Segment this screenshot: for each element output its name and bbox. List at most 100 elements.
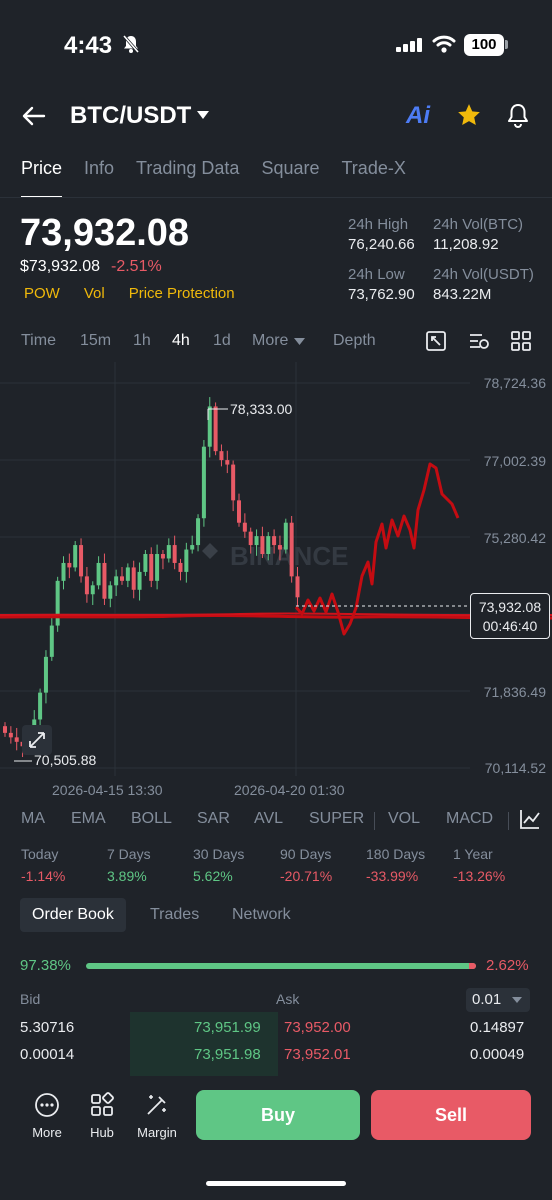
bid-price[interactable]: 73,951.99: [194, 1019, 261, 1036]
back-arrow-icon[interactable]: [22, 104, 46, 128]
tab-trade-x[interactable]: Trade-X: [341, 158, 405, 198]
ask-price[interactable]: 73,952.01: [284, 1046, 351, 1063]
candle-body: [61, 562, 66, 581]
y-tick-label: 77,002.39: [483, 453, 546, 469]
candle-body: [96, 562, 101, 586]
tab-network[interactable]: Network: [220, 898, 303, 932]
depth-tab[interactable]: Depth: [333, 332, 376, 350]
signal-icon: [396, 38, 422, 52]
ask-price[interactable]: 73,952.00: [284, 1019, 351, 1036]
interval-1d[interactable]: 1d: [213, 332, 231, 350]
ask-qty: 0.14897: [470, 1019, 525, 1036]
x-tick-label: 2026-04-15 13:30: [52, 782, 163, 798]
indicator-chart-icon[interactable]: [519, 808, 541, 830]
perf-label-30d: 30 Days: [193, 846, 245, 862]
fullscreen-icon[interactable]: [425, 330, 447, 352]
margin-button[interactable]: Margin: [130, 1092, 184, 1140]
perf-value-180d: -33.99%: [366, 868, 419, 884]
chart-settings-icon[interactable]: [468, 330, 490, 352]
perf-label-180d: 180 Days: [366, 846, 426, 862]
candle-body: [196, 518, 201, 546]
stat-high-value: 76,240.66: [348, 236, 415, 253]
candle-body: [49, 625, 54, 657]
watermark-text: BINANCE: [230, 541, 348, 571]
stat-vol-btc-value: 11,208.92: [433, 236, 499, 253]
interval-more[interactable]: More: [252, 332, 288, 350]
battery-tip: [505, 40, 508, 49]
stat-vol-usdt-label: 24h Vol(USDT): [433, 266, 534, 283]
tab-square[interactable]: Square: [261, 158, 319, 198]
perf-label-1y: 1 Year: [453, 846, 493, 862]
indicator-macd[interactable]: MACD: [446, 810, 493, 828]
divider: [508, 812, 509, 830]
pair-title[interactable]: BTC/USDT: [70, 102, 191, 130]
stat-low-value: 73,762.90: [348, 286, 415, 303]
expand-icon[interactable]: [22, 725, 52, 755]
candle-body: [248, 531, 253, 546]
y-tick-label: 71,836.49: [483, 684, 546, 700]
hub-button[interactable]: Hub: [75, 1092, 129, 1140]
interval-15m[interactable]: 15m: [80, 332, 111, 350]
ai-assistant-icon[interactable]: Ai: [406, 102, 430, 130]
indicator-vol[interactable]: VOL: [388, 810, 420, 828]
chart-markers: 78,333.00 70,505.88: [14, 401, 468, 768]
perf-value-7d: 3.89%: [107, 868, 147, 884]
bell-icon[interactable]: [506, 102, 530, 128]
tab-info[interactable]: Info: [84, 158, 114, 198]
ask-ratio: 2.62%: [486, 957, 529, 974]
favorite-star-icon[interactable]: [456, 102, 482, 128]
interval-4h[interactable]: 4h: [172, 332, 190, 350]
candle-body: [90, 585, 95, 595]
indicator-boll[interactable]: BOLL: [131, 810, 172, 828]
price-step-select[interactable]: 0.01: [466, 988, 530, 1012]
indicator-avl[interactable]: AVL: [254, 810, 283, 828]
more-label: More: [32, 1125, 62, 1140]
candle-body: [114, 576, 119, 586]
tag-vol[interactable]: Vol: [84, 285, 105, 302]
candle-body: [108, 585, 113, 599]
candle-body: [102, 562, 107, 599]
candlestick-chart[interactable]: BINANCE 78,333.00 70,505.88: [0, 362, 552, 802]
candle-body: [237, 500, 241, 523]
indicator-super[interactable]: SUPER: [309, 810, 364, 828]
stat-low-label: 24h Low: [348, 266, 405, 283]
chart-expand-button[interactable]: [22, 725, 52, 755]
candle-body: [242, 522, 247, 532]
last-price-tag: 73,932.08 00:46:40: [470, 593, 550, 639]
tab-price[interactable]: Price: [21, 158, 63, 198]
chevron-down-icon[interactable]: [294, 338, 305, 346]
candle-body: [120, 576, 124, 581]
indicator-sar[interactable]: SAR: [197, 810, 230, 828]
sell-button[interactable]: Sell: [371, 1090, 531, 1140]
candle-body: [225, 460, 230, 465]
layout-grid-icon[interactable]: [510, 330, 532, 352]
tab-trades[interactable]: Trades: [138, 898, 211, 932]
bid-price[interactable]: 73,951.98: [194, 1046, 261, 1063]
indicator-ma[interactable]: MA: [21, 810, 45, 828]
chart-watermark: BINANCE: [202, 541, 348, 571]
candle-body: [172, 545, 177, 563]
candle-body: [295, 576, 300, 598]
chevron-down-icon[interactable]: [196, 110, 210, 120]
tag-price-protection[interactable]: Price Protection: [129, 285, 235, 302]
y-tick-label: 70,114.52: [484, 760, 546, 776]
divider: [0, 197, 552, 198]
interval-1h[interactable]: 1h: [133, 332, 151, 350]
more-button[interactable]: More: [20, 1092, 74, 1140]
more-dots-icon: [35, 1093, 59, 1117]
candle-body: [277, 545, 282, 550]
hub-label: Hub: [90, 1125, 114, 1140]
candle-body: [155, 554, 160, 581]
buy-button[interactable]: Buy: [196, 1090, 360, 1140]
ask-ratio-bar: [469, 963, 476, 969]
interval-time[interactable]: Time: [21, 332, 56, 350]
tab-order-book[interactable]: Order Book: [20, 898, 126, 932]
ask-header: Ask: [276, 991, 300, 1007]
tab-trading-data[interactable]: Trading Data: [136, 158, 239, 198]
candle-body: [14, 737, 19, 742]
indicator-ema[interactable]: EMA: [71, 810, 106, 828]
candle-body: [84, 576, 89, 595]
tag-pow[interactable]: POW: [24, 285, 60, 302]
candle-body: [3, 726, 7, 733]
candle-body: [260, 536, 265, 555]
